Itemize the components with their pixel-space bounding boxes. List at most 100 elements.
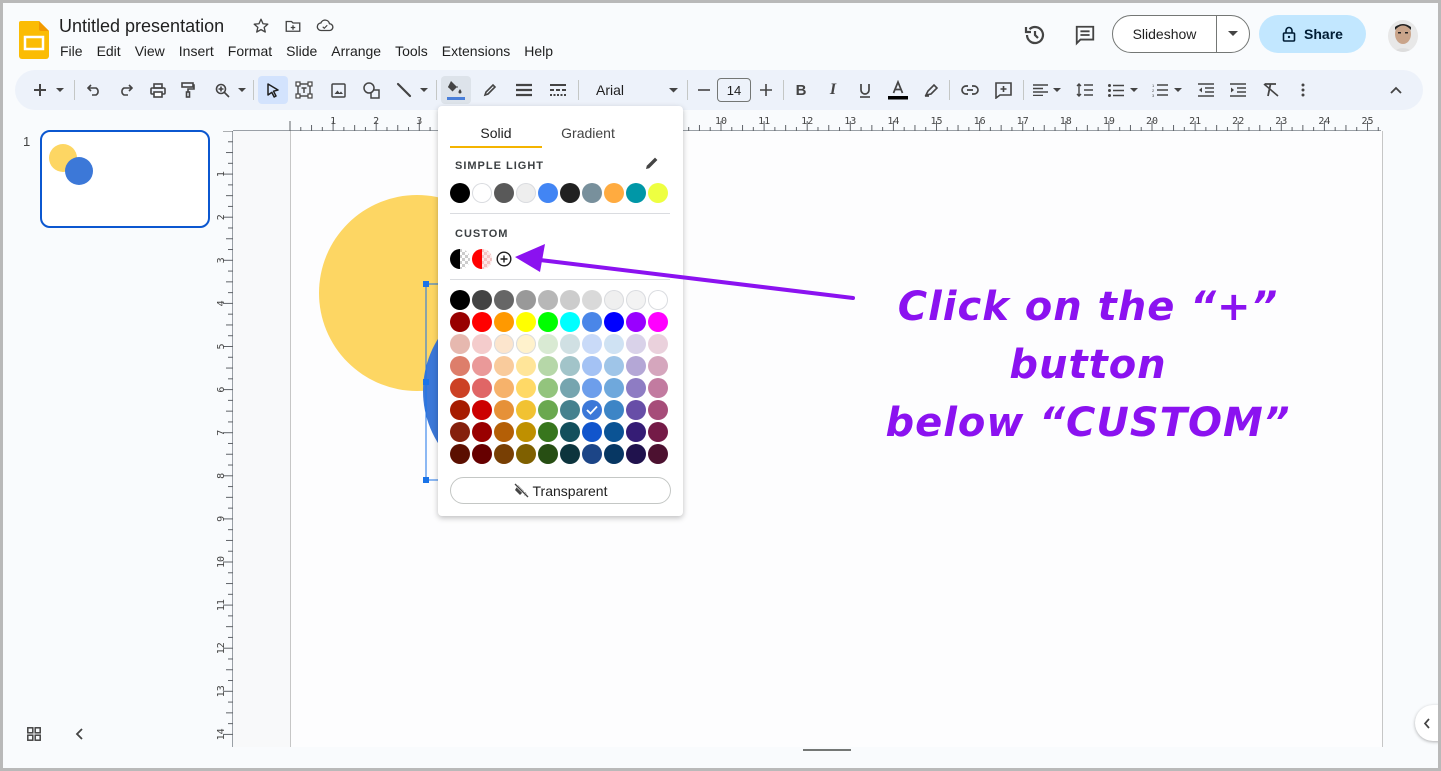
palette-swatch[interactable]: [648, 378, 668, 398]
text-color-button[interactable]: [885, 76, 911, 104]
palette-swatch[interactable]: [604, 444, 624, 464]
palette-swatch[interactable]: [648, 400, 668, 420]
palette-swatch[interactable]: [560, 334, 580, 354]
palette-swatch[interactable]: [560, 444, 580, 464]
more-options-button[interactable]: [1291, 76, 1315, 104]
palette-swatch[interactable]: [516, 400, 536, 420]
palette-swatch[interactable]: [604, 378, 624, 398]
highlight-color-button[interactable]: [919, 76, 943, 104]
decrease-indent-button[interactable]: [1193, 76, 1219, 104]
clear-formatting-button[interactable]: [1258, 76, 1284, 104]
border-color-button[interactable]: [477, 76, 503, 104]
palette-swatch[interactable]: [538, 334, 558, 354]
theme-swatch[interactable]: [604, 183, 624, 203]
palette-swatch[interactable]: [494, 378, 514, 398]
palette-swatch[interactable]: [626, 312, 646, 332]
menu-arrange[interactable]: Arrange: [331, 43, 387, 59]
align-dropdown[interactable]: [1051, 76, 1063, 104]
resize-handle-bottom-left[interactable]: [423, 477, 429, 483]
palette-swatch[interactable]: [604, 422, 624, 442]
palette-swatch[interactable]: [450, 334, 470, 354]
palette-swatch[interactable]: [582, 444, 602, 464]
palette-swatch[interactable]: [626, 290, 646, 310]
star-icon[interactable]: [251, 16, 271, 36]
custom-swatch-black[interactable]: [450, 249, 470, 269]
menu-tools[interactable]: Tools: [395, 43, 434, 59]
palette-swatch[interactable]: [626, 400, 646, 420]
numbered-list-button[interactable]: 123: [1149, 76, 1171, 104]
palette-swatch[interactable]: [494, 356, 514, 376]
document-title[interactable]: Untitled presentation: [59, 16, 224, 37]
palette-swatch[interactable]: [626, 334, 646, 354]
fill-color-button[interactable]: [441, 76, 471, 104]
line-spacing-button[interactable]: [1071, 76, 1097, 104]
theme-swatch[interactable]: [494, 183, 514, 203]
slideshow-dropdown-button[interactable]: [1217, 16, 1249, 52]
palette-swatch[interactable]: [450, 312, 470, 332]
hide-filmstrip-button[interactable]: [75, 727, 83, 745]
palette-swatch[interactable]: [450, 356, 470, 376]
menu-help[interactable]: Help: [524, 43, 559, 59]
palette-swatch[interactable]: [582, 290, 602, 310]
version-history-button[interactable]: [1017, 17, 1053, 53]
palette-swatch[interactable]: [450, 378, 470, 398]
palette-swatch[interactable]: [472, 334, 492, 354]
palette-swatch[interactable]: [626, 356, 646, 376]
menu-insert[interactable]: Insert: [179, 43, 220, 59]
palette-swatch[interactable]: [450, 422, 470, 442]
bold-button[interactable]: B: [789, 76, 813, 104]
print-button[interactable]: [145, 76, 171, 104]
decrease-font-size-button[interactable]: [693, 76, 715, 104]
cloud-saved-icon[interactable]: [315, 16, 335, 36]
font-size-input[interactable]: [717, 78, 751, 102]
new-slide-button[interactable]: [29, 76, 51, 104]
bulleted-list-dropdown[interactable]: [1128, 76, 1140, 104]
resize-handle-top-left[interactable]: [423, 281, 429, 287]
tab-gradient[interactable]: Gradient: [542, 118, 634, 148]
custom-swatch-red[interactable]: [472, 249, 492, 269]
zoom-dropdown[interactable]: [235, 76, 249, 104]
slide-thumbnail-1[interactable]: [40, 130, 210, 228]
palette-swatch[interactable]: [560, 356, 580, 376]
palette-swatch[interactable]: [582, 312, 602, 332]
paint-format-button[interactable]: [175, 76, 201, 104]
horizontal-ruler[interactable]: 1234567891011121314151617181920212223242…: [233, 113, 1381, 131]
palette-swatch[interactable]: [516, 290, 536, 310]
palette-swatch[interactable]: [538, 444, 558, 464]
palette-swatch[interactable]: [516, 356, 536, 376]
increase-indent-button[interactable]: [1225, 76, 1251, 104]
palette-swatch[interactable]: [516, 312, 536, 332]
line-button[interactable]: [391, 76, 417, 104]
vertical-ruler[interactable]: 1234567891011121314: [213, 131, 233, 747]
text-box-button[interactable]: [291, 76, 317, 104]
palette-swatch[interactable]: [560, 290, 580, 310]
theme-swatch[interactable]: [582, 183, 602, 203]
palette-swatch[interactable]: [538, 290, 558, 310]
palette-swatch[interactable]: [538, 422, 558, 442]
resize-handle-middle-left[interactable]: [423, 379, 429, 385]
palette-swatch[interactable]: [648, 422, 668, 442]
palette-swatch[interactable]: [582, 400, 602, 420]
redo-button[interactable]: [113, 76, 139, 104]
edit-theme-button[interactable]: [645, 156, 659, 175]
palette-swatch[interactable]: [648, 334, 668, 354]
theme-swatch[interactable]: [472, 183, 492, 203]
palette-swatch[interactable]: [516, 422, 536, 442]
theme-swatch[interactable]: [648, 183, 668, 203]
palette-swatch[interactable]: [472, 422, 492, 442]
palette-swatch[interactable]: [494, 444, 514, 464]
slideshow-button[interactable]: Slideshow: [1113, 16, 1217, 52]
theme-swatch[interactable]: [538, 183, 558, 203]
menu-edit[interactable]: Edit: [97, 43, 127, 59]
palette-swatch[interactable]: [582, 422, 602, 442]
palette-swatch[interactable]: [450, 400, 470, 420]
theme-swatch[interactable]: [450, 183, 470, 203]
palette-swatch[interactable]: [648, 312, 668, 332]
insert-link-button[interactable]: [957, 76, 983, 104]
palette-swatch[interactable]: [604, 290, 624, 310]
palette-swatch[interactable]: [604, 356, 624, 376]
menu-slide[interactable]: Slide: [286, 43, 323, 59]
border-weight-button[interactable]: [511, 76, 537, 104]
palette-swatch[interactable]: [494, 334, 514, 354]
menu-format[interactable]: Format: [228, 43, 278, 59]
